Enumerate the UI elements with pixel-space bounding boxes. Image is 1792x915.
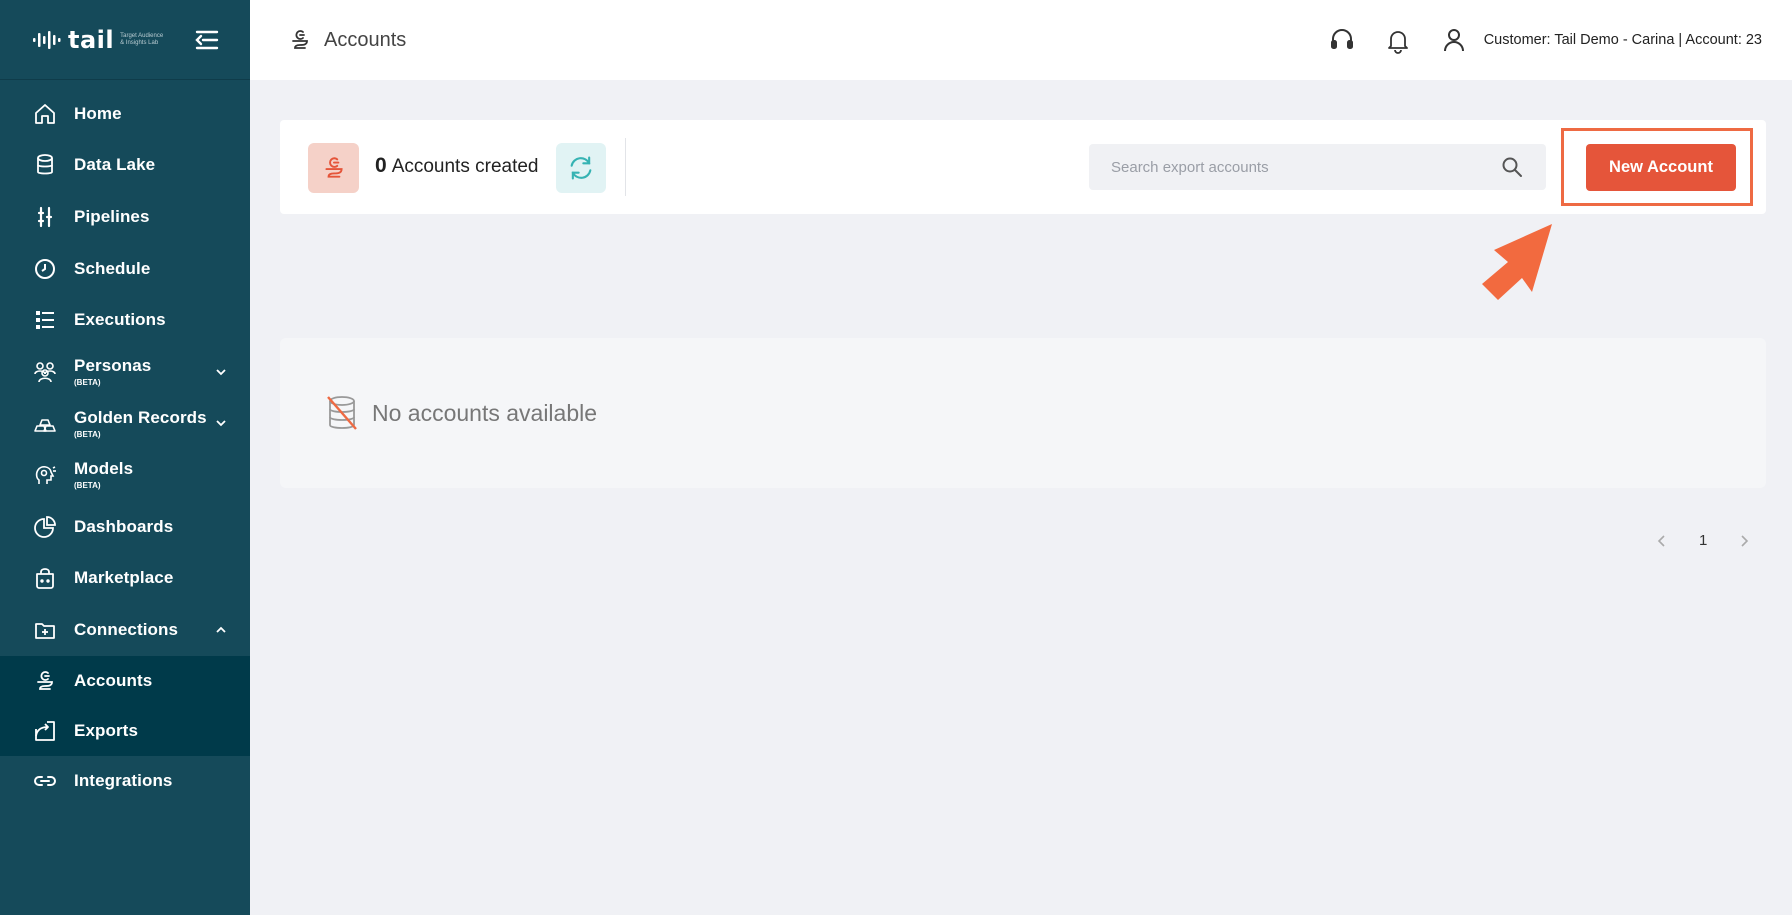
sidebar-item-label: Personas	[74, 356, 152, 376]
clock-icon	[32, 256, 58, 282]
customer-account-label: Customer: Tail Demo - Carina | Account: …	[1483, 32, 1762, 48]
no-data-icon	[327, 396, 357, 430]
topbar-actions: Customer: Tail Demo - Carina | Account: …	[1328, 26, 1762, 54]
search-icon[interactable]	[1500, 155, 1524, 179]
connections-icon	[32, 617, 58, 643]
chevron-right-icon[interactable]	[1737, 533, 1751, 549]
chevron-left-icon[interactable]	[1655, 533, 1669, 549]
sidebar: tail Target Audience & Insights Lab Home…	[0, 0, 250, 915]
pie-chart-icon	[32, 514, 58, 540]
sidebar-item-label: Connections	[74, 619, 179, 639]
sidebar-item-personas[interactable]: Personas (BETA)	[0, 346, 250, 398]
chevron-up-icon[interactable]	[214, 623, 228, 637]
pagination: 1	[1655, 532, 1751, 549]
user-icon[interactable]	[1440, 26, 1468, 54]
shopping-bag-icon	[32, 565, 58, 591]
sidebar-item-label: Exports	[74, 720, 138, 740]
page-number[interactable]: 1	[1699, 532, 1707, 549]
beta-badge: (BETA)	[74, 481, 101, 491]
accounts-count-value: 0	[375, 154, 387, 177]
home-icon	[32, 101, 58, 127]
sidebar-item-accounts[interactable]: Accounts	[0, 656, 250, 706]
sidebar-item-label: Golden Records	[74, 407, 207, 427]
refresh-icon	[570, 156, 592, 180]
search-input[interactable]	[1111, 158, 1500, 176]
sidebar-item-label: Marketplace	[74, 568, 174, 588]
sidebar-item-integrations[interactable]: Integrations	[0, 756, 250, 808]
brand-logo[interactable]: tail Target Audience & Insights Lab	[32, 26, 164, 54]
new-account-button[interactable]: New Account	[1586, 144, 1736, 191]
topbar: Accounts Customer: Tail Demo - Carina | …	[250, 0, 1792, 80]
sidebar-item-label: Integrations	[74, 771, 173, 791]
sidebar-item-golden-records[interactable]: Golden Records (BETA)	[0, 398, 250, 450]
sidebar-item-label: Accounts	[74, 670, 153, 690]
gold-bars-icon	[32, 410, 58, 436]
sidebar-item-label: Pipelines	[74, 206, 150, 226]
chevron-down-icon[interactable]	[214, 365, 228, 379]
sidebar-item-label: Schedule	[74, 258, 151, 278]
empty-state-message: No accounts available	[372, 399, 598, 426]
sidebar-item-data-lake[interactable]: Data Lake	[0, 140, 250, 192]
sidebar-item-pipelines[interactable]: Pipelines	[0, 191, 250, 243]
sidebar-item-executions[interactable]: Executions	[0, 294, 250, 346]
sidebar-item-label: Models	[74, 459, 134, 479]
page-title: Accounts	[288, 28, 406, 52]
sidebar-item-label: Home	[74, 103, 122, 123]
accounts-count-label: Accounts created	[391, 156, 539, 177]
bell-icon[interactable]	[1384, 26, 1412, 54]
divider	[625, 138, 626, 196]
sidebar-item-home[interactable]: Home	[0, 88, 250, 140]
export-icon	[32, 718, 58, 744]
sidebar-item-dashboards[interactable]: Dashboards	[0, 501, 250, 553]
empty-state: No accounts available	[280, 338, 1766, 488]
pipeline-icon	[32, 204, 58, 230]
sidebar-item-schedule[interactable]: Schedule	[0, 243, 250, 295]
menu-collapse-icon[interactable]	[194, 29, 220, 51]
accounts-count-icon	[308, 143, 359, 193]
pointer-arrow-icon	[1482, 224, 1552, 300]
page-title-text: Accounts	[324, 28, 407, 51]
sidebar-header: tail Target Audience & Insights Lab	[0, 0, 250, 80]
link-icon	[32, 768, 58, 794]
refresh-button[interactable]	[556, 143, 606, 193]
headset-icon[interactable]	[1328, 26, 1356, 54]
chevron-down-icon[interactable]	[214, 416, 228, 430]
sidebar-item-label: Executions	[74, 310, 166, 330]
accounts-icon	[292, 30, 308, 49]
sidebar-item-connections[interactable]: Connections	[0, 604, 250, 656]
people-icon	[32, 359, 58, 385]
beta-badge: (BETA)	[74, 378, 101, 388]
sidebar-nav: Home Data Lake Pipelines Schedule Execut	[0, 80, 250, 807]
accounts-toolbar: 0Accounts created New Account	[280, 120, 1766, 214]
search-box	[1089, 144, 1546, 190]
sidebar-item-exports[interactable]: Exports	[0, 706, 250, 756]
sidebar-item-models[interactable]: Models (BETA)	[0, 449, 250, 501]
database-icon	[32, 152, 58, 178]
list-icon	[32, 307, 58, 333]
brand-word: tail	[68, 25, 115, 54]
head-brain-icon	[32, 462, 58, 488]
accounts-count: 0 Accounts created	[375, 154, 539, 178]
connections-submenu: Accounts Exports	[0, 655, 250, 756]
sidebar-item-label: Dashboards	[74, 516, 174, 536]
logo-mark-icon	[33, 30, 61, 49]
brand-tagline: Target Audience & Insights Lab	[120, 32, 164, 46]
sidebar-item-marketplace[interactable]: Marketplace	[0, 552, 250, 604]
accounts-icon	[32, 668, 58, 694]
beta-badge: (BETA)	[74, 429, 101, 439]
sidebar-item-label: Data Lake	[74, 155, 156, 175]
